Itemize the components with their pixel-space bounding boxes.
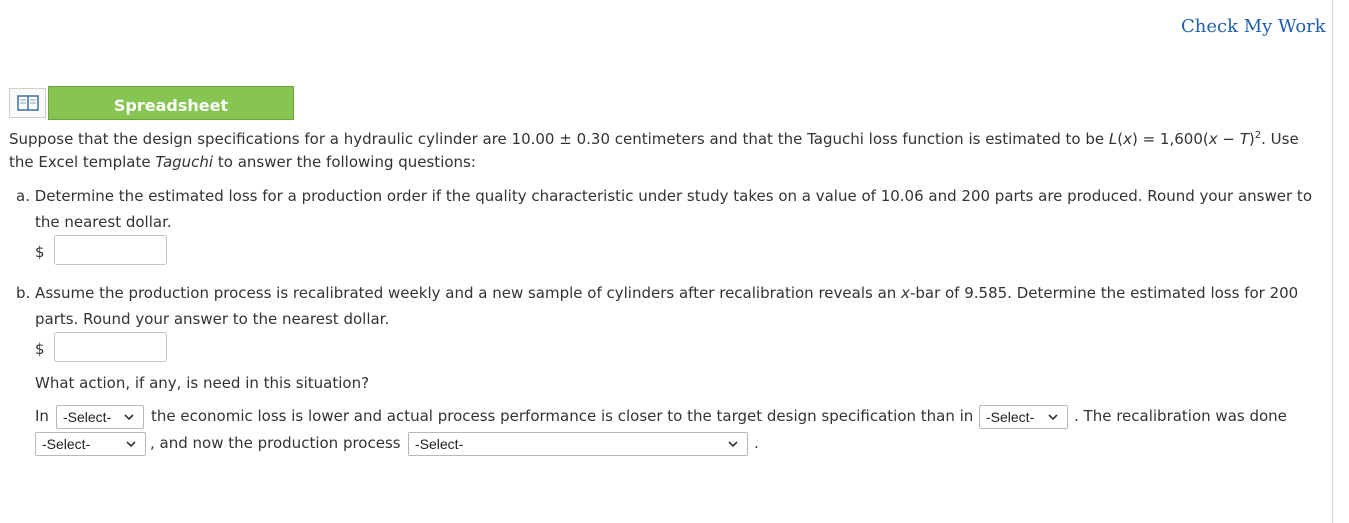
action-select-4[interactable]: -Select- [408,432,748,456]
action-text-after: . The recalibration was done [1074,407,1287,425]
part-a-question-line-2: the nearest dollar. [35,213,172,231]
intro-line-2: the Excel template Taguchi to answer the… [9,153,476,171]
action-question: What action, if any, is need in this sit… [35,374,370,392]
action-text-and: , and now the production process [150,434,401,452]
part-b-question-line-2: parts. Round your answer to the nearest … [35,310,390,328]
chevron-down-icon [126,441,136,448]
action-text-in: In [35,407,49,425]
part-a-currency: $ [35,243,45,261]
part-b-currency: $ [35,340,45,358]
action-select-3[interactable]: -Select- [35,432,146,456]
select-3-value: -Select- [42,436,91,452]
intro-line-1: Suppose that the design specifications f… [9,130,1299,148]
spreadsheet-button[interactable]: Spreadsheet [48,86,294,120]
part-a-question-line-1: a. Determine the estimated loss for a pr… [16,187,1312,205]
action-text-middle: the economic loss is lower and actual pr… [151,407,974,425]
part-b-answer-input[interactable] [54,332,167,362]
action-select-1[interactable]: -Select- [56,405,144,429]
spreadsheet-book-icon[interactable] [9,88,46,118]
select-4-value: -Select- [415,436,464,452]
part-a-answer-input[interactable] [54,235,167,265]
select-1-value: -Select- [63,409,112,425]
action-select-2[interactable]: -Select- [979,405,1068,429]
chevron-down-icon [728,441,738,448]
part-b-question-line-1: b. Assume the production process is reca… [16,284,1299,302]
chevron-down-icon [1048,414,1058,421]
chevron-down-icon [124,414,134,421]
select-2-value: -Select- [986,409,1035,425]
action-text-end: . [754,434,759,452]
right-border [1332,0,1333,523]
check-my-work-link[interactable]: Check My Work [1181,16,1326,37]
